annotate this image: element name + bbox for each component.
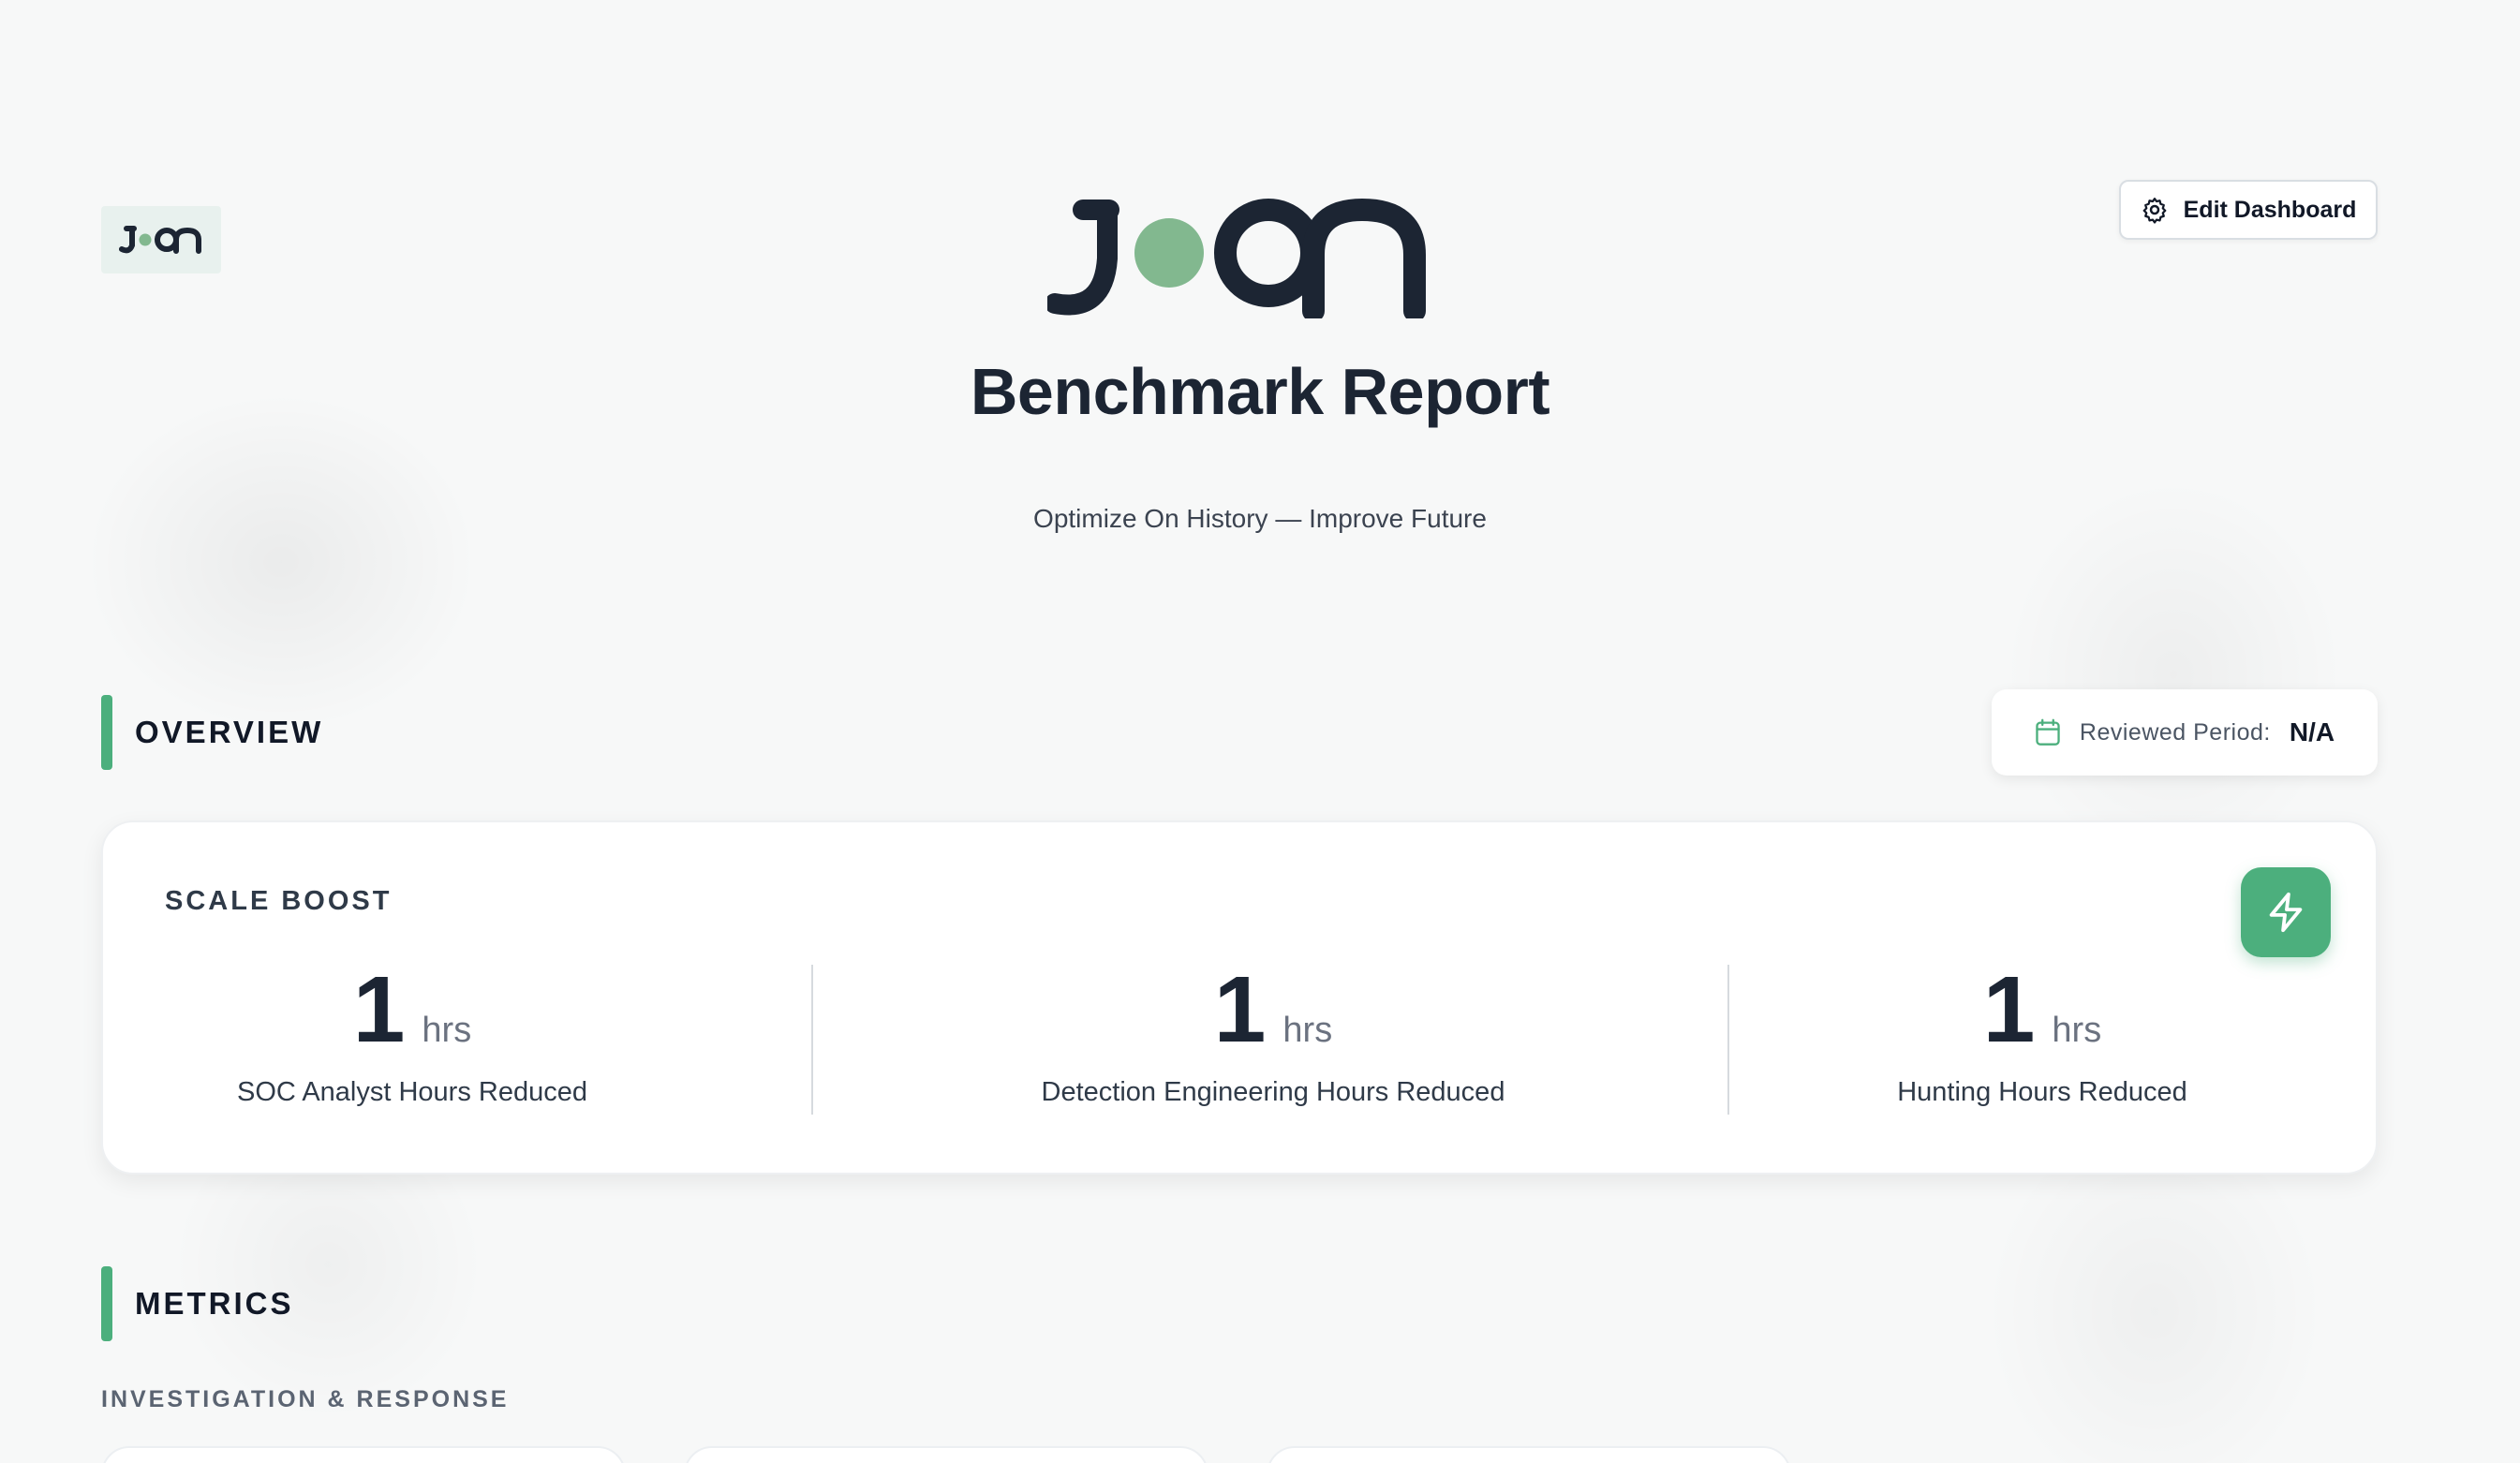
edit-dashboard-label: Edit Dashboard: [2183, 196, 2357, 223]
stat-unit: hrs: [2052, 1011, 2102, 1050]
benchmark-report-page: Edit Dashboard Benchmark Report Optimize…: [0, 0, 2520, 1463]
scale-boost-action-button[interactable]: [2241, 867, 2331, 957]
edit-dashboard-button[interactable]: Edit Dashboard: [2119, 180, 2378, 240]
page-subtitle: Optimize On History — Improve Future: [1033, 504, 1487, 533]
reviewed-period-label: Reviewed Period:: [2079, 718, 2271, 746]
stat-label: Detection Engineering Hours Reduced: [1041, 1077, 1505, 1107]
stat-hunting: 1 hrs Hunting Hours Reduced: [1733, 963, 2351, 1108]
metrics-section-header: METRICS: [101, 1266, 294, 1341]
lightning-icon: [2269, 892, 2303, 933]
overview-title: OVERVIEW: [135, 715, 324, 749]
joon-logo-small-icon: [119, 226, 201, 254]
stat-divider: [811, 965, 813, 1115]
scale-boost-card: SCALE BOOST 1 hrs SOC Analyst Hours Redu…: [101, 820, 2378, 1175]
stat-unit: hrs: [1282, 1011, 1333, 1050]
calendar-icon: [2036, 718, 2060, 746]
reviewed-period-selector[interactable]: Reviewed Period: N/A: [1992, 689, 2378, 776]
section-accent-bar: [101, 695, 112, 770]
stat-divider: [1727, 965, 1729, 1115]
stat-value: 1: [1982, 957, 2036, 1062]
stat-detection-engineering: 1 hrs Detection Engineering Hours Reduce…: [815, 963, 1731, 1108]
scale-boost-title: SCALE BOOST: [165, 886, 393, 916]
joon-logo-large-icon: [1047, 198, 1426, 318]
reviewed-period-value: N/A: [2289, 717, 2335, 746]
stat-label: Hunting Hours Reduced: [1897, 1077, 2187, 1107]
stat-value: 1: [1213, 957, 1267, 1062]
gear-icon: [2142, 198, 2166, 224]
investigation-response-subheading: INVESTIGATION & RESPONSE: [101, 1386, 510, 1412]
overview-section-header: OVERVIEW: [101, 695, 323, 770]
metric-card[interactable]: [101, 1446, 626, 1463]
metric-card[interactable]: [1267, 1446, 1791, 1463]
page-title: Benchmark Report: [970, 355, 1550, 428]
stat-value: 1: [352, 957, 406, 1062]
metrics-title: METRICS: [135, 1286, 294, 1321]
section-accent-bar: [101, 1266, 112, 1341]
small-logo[interactable]: [101, 206, 221, 273]
stat-label: SOC Analyst Hours Reduced: [237, 1077, 587, 1107]
stat-soc-analyst: 1 hrs SOC Analyst Hours Reduced: [103, 963, 721, 1108]
stat-unit: hrs: [422, 1011, 472, 1050]
metric-card[interactable]: [684, 1446, 1208, 1463]
